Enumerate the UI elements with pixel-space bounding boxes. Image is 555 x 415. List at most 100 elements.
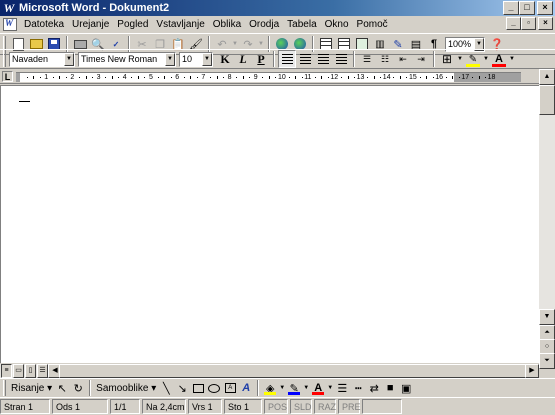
bullets-button[interactable]: ☷ [376,50,394,68]
scroll-right-button[interactable]: ▶ [525,364,539,378]
toolbar-grip[interactable] [3,51,6,67]
font-color-button[interactable]: A [490,50,508,68]
font-color-dropdown[interactable]: ▼ [508,50,516,68]
ruler-dot [170,77,172,78]
line-color-button[interactable]: ✎ [286,380,302,396]
tab-selector[interactable]: L [2,71,13,82]
status-trk-text: SLD [294,401,312,412]
fill-color-button[interactable]: ◈ [262,380,278,396]
justify-button[interactable] [332,50,350,68]
line-color-dropdown[interactable]: ▼ [302,379,310,397]
dash-style-button[interactable]: ┅ [350,380,366,396]
menu-pogled[interactable]: Pogled [113,19,152,30]
outline-view-button[interactable]: ☰ [37,364,48,378]
menu-tabela[interactable]: Tabela [283,19,320,30]
menu-datoteka[interactable]: Datoteka [20,19,68,30]
align-center-button[interactable] [296,50,314,68]
normal-view-button[interactable]: ≡ [1,364,12,378]
style-dropdown-arrow[interactable]: ▼ [64,52,74,66]
draw-font-color-button[interactable]: A [310,380,326,396]
maximize-button[interactable]: □ [519,1,535,15]
rectangle-button[interactable] [190,380,206,396]
scroll-down-button[interactable]: ▼ [539,309,555,325]
draw-font-color-dropdown[interactable]: ▼ [326,379,334,397]
decrease-indent-button[interactable]: ⇤ [394,50,412,68]
ruler-dot [406,77,408,78]
wordart-button[interactable]: A [238,380,254,396]
align-right-button[interactable] [314,50,332,68]
menu-orodja[interactable]: Orodja [245,19,283,30]
ruler-half-mark [426,76,428,79]
doc-close-button[interactable]: × [538,17,553,30]
line-button[interactable]: ╲ [158,380,174,396]
align-left-button[interactable] [278,50,296,68]
document-icon[interactable] [3,18,17,31]
word-icon[interactable]: W [2,1,16,15]
status-trk[interactable]: SLD [290,399,312,414]
underline-button[interactable]: P [252,50,270,68]
toolbar-grip[interactable] [3,380,6,396]
shadow-button[interactable]: ■ [382,380,398,396]
status-spelling[interactable] [362,399,402,414]
minimize-button[interactable]: _ [503,1,519,15]
next-page-button[interactable]: ⏷ [539,353,555,369]
horizontal-scroll-thumb[interactable] [59,364,529,378]
menu-urejanje[interactable]: Urejanje [68,19,113,30]
menu-vstavljanje[interactable]: Vstavljanje [152,19,208,30]
doc-minimize-button[interactable]: _ [506,17,521,30]
web-layout-view-button[interactable]: ▭ [13,364,24,378]
numbering-button[interactable]: ☰ [358,50,376,68]
status-ext-text: RAZ [318,401,336,412]
menu-okno[interactable]: Okno [321,19,353,30]
font-dropdown-arrow[interactable]: ▼ [165,52,175,66]
borders-button[interactable]: ⊞ [438,50,456,68]
ruler-dot [314,77,316,78]
scroll-up-button[interactable]: ▲ [539,69,555,85]
fill-color-dropdown[interactable]: ▼ [278,379,286,397]
font-size-select[interactable]: 10 ▼ [179,51,213,67]
window-controls: _ □ × [503,1,553,15]
borders-dropdown[interactable]: ▼ [456,50,464,68]
ruler-dot [196,77,198,78]
dash-style-icon: ┅ [354,382,362,395]
status-section-text: Ods 1 [56,401,81,412]
free-rotate-button[interactable]: ↻ [70,380,86,396]
ruler-half-mark [33,76,35,79]
oval-button[interactable] [206,380,222,396]
menu-pomoc[interactable]: Pomoč [353,19,392,30]
ruler-half-mark [164,76,166,79]
status-rec[interactable]: POS [264,399,288,414]
vertical-scroll-thumb[interactable] [539,85,555,115]
arrow-button[interactable]: ↘ [174,380,190,396]
font-size-dropdown-arrow[interactable]: ▼ [202,52,212,66]
document-area[interactable] [0,85,539,363]
3d-button[interactable]: ▣ [398,380,414,396]
highlighter-icon: ✎ [468,53,478,65]
horizontal-ruler[interactable]: 1 2 3 4 5 6 7 8 9 10 11 12 13 14 15 16 17 18 [16,72,521,82]
ruler-dot [367,77,369,78]
increase-indent-button[interactable]: ⇥ [412,50,430,68]
doc-restore-button[interactable]: ▫ [521,17,536,30]
arrow-style-button[interactable]: ⇄ [366,380,382,396]
italic-button[interactable]: L [234,50,252,68]
highlight-button[interactable]: ✎ [464,50,482,68]
print-layout-view-button[interactable]: ▯ [25,364,36,378]
highlight-dropdown[interactable]: ▼ [482,50,490,68]
drawing-toolbar: Risanje ▾ ↖ ↻ Samooblike ▾ ╲ ↘ A A ◈ ▼ ✎… [0,378,555,397]
vertical-scrollbar[interactable]: ▲ ▼ ⏶ ○ ⏷ [539,69,555,369]
line-style-button[interactable]: ☰ [334,380,350,396]
select-objects-button[interactable]: ↖ [54,380,70,396]
menu-oblika[interactable]: Oblika [209,19,245,30]
font-select[interactable]: Times New Roman ▼ [78,51,176,67]
style-select[interactable]: Navaden ▼ [9,51,75,67]
autoshapes-menu-button[interactable]: Samooblike ▾ [94,383,158,394]
status-ext[interactable]: RAZ [314,399,336,414]
status-ovr[interactable]: PRE [338,399,361,414]
draw-menu-button[interactable]: Risanje ▾ [9,383,54,394]
text-box-button[interactable]: A [222,380,238,396]
horizontal-scrollbar[interactable]: ≡ ▭ ▯ ☰ ◀ ▶ [0,364,539,378]
close-button[interactable]: × [537,1,553,15]
bold-button[interactable]: K [216,50,234,68]
line-style-icon: ☰ [337,382,348,395]
arrow-style-icon: ⇄ [369,382,379,395]
